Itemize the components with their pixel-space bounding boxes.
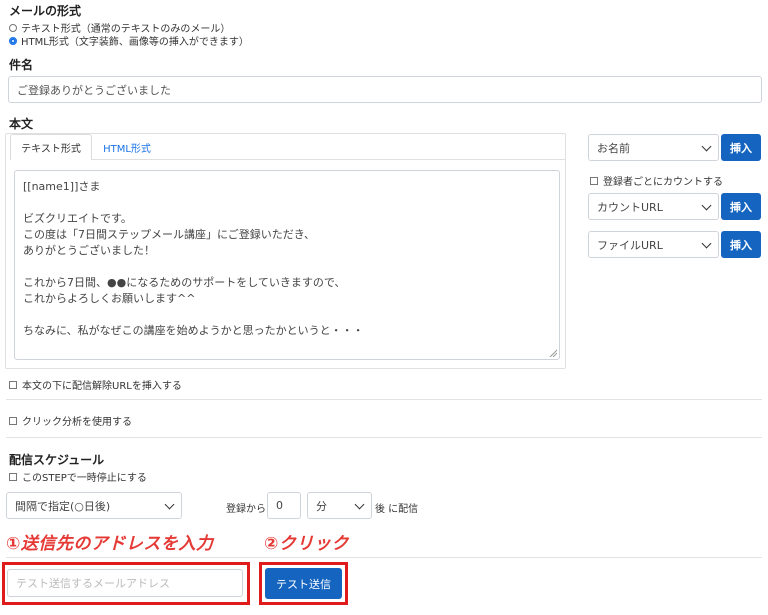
click-analysis-option[interactable]: クリック分析を使用する (9, 413, 132, 428)
test-email-input[interactable]: テスト送信するメールアドレス (7, 569, 243, 597)
insert-count-url-button[interactable]: 挿入 (721, 193, 761, 220)
unsubscribe-checkbox[interactable] (9, 380, 17, 389)
format-option-html[interactable]: HTML形式（文字装飾、画像等の挿入ができます） (9, 33, 249, 48)
body-line (23, 259, 551, 275)
count-url-select[interactable]: カウントURL (588, 193, 719, 220)
insert-name-button[interactable]: 挿入 (721, 134, 761, 161)
click-analysis-label: クリック分析を使用する (22, 417, 132, 428)
resize-handle-icon[interactable] (549, 349, 557, 357)
interval-select-value: 間隔で指定(○日後) (15, 499, 111, 513)
chevron-down-icon (354, 499, 365, 509)
name-select-value: お名前 (597, 141, 630, 155)
body-line: [[name1]]さま (23, 180, 101, 193)
from-registration-label: 登録から (226, 504, 266, 515)
pause-label: このSTEPで一時停止にする (22, 473, 147, 484)
count-url-select-value: カウントURL (597, 200, 663, 214)
unsubscribe-label: 本文の下に配信解除URLを挿入する (22, 381, 182, 392)
body-line: ビズクリエイトです。 (23, 212, 132, 225)
unit-select-value: 分 (316, 499, 327, 513)
count-per-user-label: 登録者ごとにカウントする (603, 177, 723, 188)
body-line: これからよろしくお願いします^^ (23, 292, 196, 305)
body-line: ちなみに、私がなぜこの講座を始めようかと思ったかというと・・・ (23, 324, 364, 337)
body-line (23, 195, 551, 211)
click-analysis-checkbox[interactable] (9, 416, 17, 425)
body-line (23, 307, 551, 323)
subject-input[interactable]: ご登録ありがとうございました (8, 76, 762, 103)
divider (6, 399, 762, 400)
body-textarea[interactable]: [[name1]]さま ビズクリエイトです。 この度は「7日間ステップメール講座… (14, 170, 560, 360)
interval-select[interactable]: 間隔で指定(○日後) (6, 492, 182, 519)
radio-html[interactable] (9, 36, 17, 45)
name-select[interactable]: お名前 (588, 134, 719, 161)
after-delivery-label: 後 に配信 (375, 504, 419, 515)
tab-text[interactable]: テキスト形式 (10, 134, 92, 160)
unit-select[interactable]: 分 (307, 492, 372, 519)
tab-divider (92, 159, 565, 160)
pause-option[interactable]: このSTEPで一時停止にする (9, 469, 147, 484)
pause-checkbox[interactable] (9, 472, 17, 481)
body-heading: 本文 (9, 117, 34, 131)
format-option-html-label: HTML形式（文字装飾、画像等の挿入ができます） (21, 37, 249, 48)
amount-input[interactable]: 0 (267, 492, 301, 519)
body-line: これから7日間、●●になるためのサポートをしていきますので、 (23, 276, 346, 289)
annotation-step2: ②クリック (264, 534, 349, 554)
format-heading: メールの形式 (9, 4, 82, 18)
divider (6, 557, 762, 558)
subject-heading: 件名 (9, 58, 34, 72)
annotation-step1: ①送信先のアドレスを入力 (6, 534, 214, 554)
unsubscribe-option[interactable]: 本文の下に配信解除URLを挿入する (9, 377, 182, 392)
tab-html[interactable]: HTML形式 (96, 134, 158, 160)
file-url-select-value: ファイルURL (597, 238, 663, 252)
chevron-down-icon (701, 200, 712, 210)
radio-text[interactable] (9, 23, 17, 32)
count-per-user-option[interactable]: 登録者ごとにカウントする (590, 173, 723, 188)
schedule-heading: 配信スケジュール (9, 453, 105, 467)
chevron-down-icon (701, 238, 712, 248)
chevron-down-icon (701, 141, 712, 151)
chevron-down-icon (164, 499, 175, 509)
count-per-user-checkbox[interactable] (590, 176, 598, 185)
test-send-button[interactable]: テスト送信 (265, 568, 342, 599)
file-url-select[interactable]: ファイルURL (588, 231, 719, 258)
body-line: この度は「7日間ステップメール講座」にご登録いただき、 (23, 228, 316, 241)
insert-file-url-button[interactable]: 挿入 (721, 231, 761, 258)
divider (6, 437, 762, 438)
body-line: ありがとうございました！ (23, 244, 155, 257)
